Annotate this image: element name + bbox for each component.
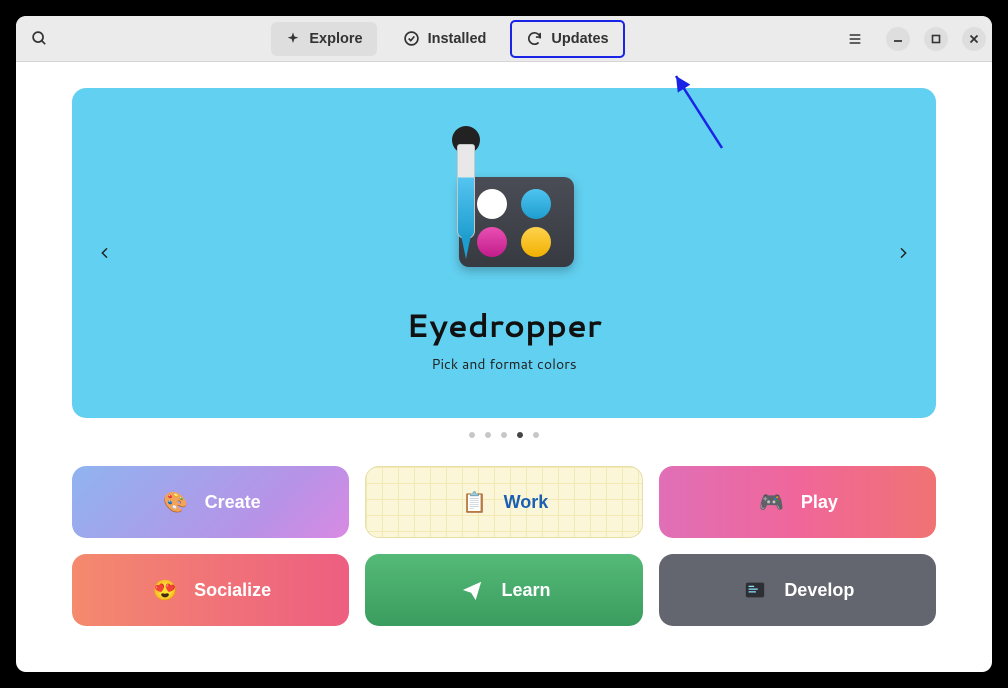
category-label: Create xyxy=(205,492,261,513)
maximize-icon xyxy=(930,33,942,45)
search-icon xyxy=(31,30,48,47)
smiley-icon: 😍 xyxy=(150,575,180,605)
page-dot[interactable] xyxy=(501,432,507,438)
pagination-dots xyxy=(72,432,936,438)
software-window: Explore Installed Updates xyxy=(16,16,992,672)
maximize-button[interactable] xyxy=(924,27,948,51)
featured-app-subtitle: Pick and format colors xyxy=(431,354,576,374)
featured-app-title: Eyedropper xyxy=(406,303,601,348)
category-label: Develop xyxy=(784,580,854,601)
terminal-icon xyxy=(740,575,770,605)
paper-plane-icon xyxy=(457,575,487,605)
chevron-left-icon xyxy=(97,245,113,261)
hamburger-menu-button[interactable] xyxy=(838,22,872,56)
category-socialize[interactable]: 😍 Socialize xyxy=(72,554,349,626)
featured-banner[interactable]: Eyedropper Pick and format colors xyxy=(72,88,936,418)
banner-next-button[interactable] xyxy=(886,236,920,270)
close-button[interactable] xyxy=(962,27,986,51)
category-label: Work xyxy=(504,492,549,513)
tab-explore[interactable]: Explore xyxy=(271,22,376,56)
hamburger-icon xyxy=(847,31,863,47)
category-create[interactable]: 🎨 Create xyxy=(72,466,349,538)
minimize-icon xyxy=(892,33,904,45)
tab-updates[interactable]: Updates xyxy=(512,22,622,56)
close-icon xyxy=(968,33,980,45)
category-develop[interactable]: Develop xyxy=(659,554,936,626)
page-dot[interactable] xyxy=(469,432,475,438)
category-label: Socialize xyxy=(194,580,271,601)
category-play[interactable]: 🎮 Play xyxy=(659,466,936,538)
chevron-right-icon xyxy=(895,245,911,261)
check-circle-icon xyxy=(403,30,420,47)
page-content: Eyedropper Pick and format colors 🎨 Crea… xyxy=(16,62,992,672)
tab-updates-label: Updates xyxy=(551,31,608,47)
refresh-icon xyxy=(526,30,543,47)
tab-explore-label: Explore xyxy=(309,31,362,47)
category-work[interactable]: 📋 Work xyxy=(365,466,642,538)
page-dot[interactable] xyxy=(485,432,491,438)
headerbar: Explore Installed Updates xyxy=(16,16,992,62)
banner-prev-button[interactable] xyxy=(88,236,122,270)
featured-app-icon xyxy=(429,132,579,297)
category-label: Learn xyxy=(501,580,550,601)
minimize-button[interactable] xyxy=(886,27,910,51)
clipboard-icon: 📋 xyxy=(460,487,490,517)
search-button[interactable] xyxy=(22,22,56,56)
category-learn[interactable]: Learn xyxy=(365,554,642,626)
tab-installed[interactable]: Installed xyxy=(389,22,501,56)
page-dot[interactable] xyxy=(533,432,539,438)
paint-icon: 🎨 xyxy=(161,487,191,517)
gamepad-icon: 🎮 xyxy=(757,487,787,517)
tab-installed-label: Installed xyxy=(428,31,487,47)
sparkle-icon xyxy=(285,31,301,47)
category-label: Play xyxy=(801,492,838,513)
category-grid: 🎨 Create 📋 Work 🎮 Play 😍 Socialize Learn xyxy=(72,466,936,626)
page-dot-active[interactable] xyxy=(517,432,523,438)
